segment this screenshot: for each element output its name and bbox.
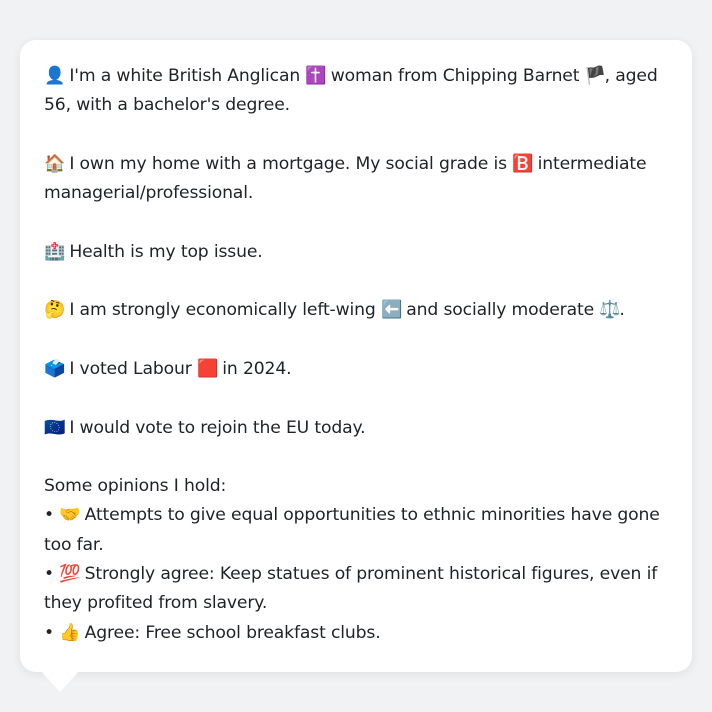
hospital-icon: 🏥 — [44, 241, 66, 262]
housing-text-a: I own my home with a mortgage. My social… — [69, 153, 507, 174]
opinions-section: Some opinions I hold: • 🤝 Attempts to gi… — [44, 472, 668, 648]
identity-text-b: woman from Chipping Barnet — [330, 66, 580, 86]
politics-text-a: I am strongly economically left-wing — [69, 300, 376, 321]
bullet: • — [44, 622, 54, 643]
housing-paragraph: 🏠 I own my home with a mortgage. My soci… — [44, 150, 668, 209]
politics-text-c: . — [619, 300, 625, 321]
opinions-heading: Some opinions I hold: — [44, 476, 227, 497]
politics-paragraph: 🤔 I am strongly economically left-wing ⬅… — [44, 296, 668, 325]
england-flag-icon: 🏴 — [584, 66, 606, 86]
bubble-tail — [40, 670, 80, 692]
opinion-item: • 👍 Agree: Free school breakfast clubs. — [44, 619, 668, 648]
house-icon: 🏠 — [44, 153, 66, 174]
eu-flag-icon: 🇪🇺 — [44, 417, 66, 438]
issue-paragraph: 🏥 Health is my top issue. — [44, 238, 668, 267]
issue-text: Health is my top issue. — [69, 241, 263, 262]
opinion-text: Strongly agree: Keep statues of prominen… — [44, 564, 658, 614]
balance-scale-icon: ⚖️ — [599, 300, 621, 321]
eu-paragraph: 🇪🇺 I would vote to rejoin the EU today. — [44, 414, 668, 443]
identity-text-a: I'm a white British Anglican — [69, 66, 301, 86]
opinion-text: Agree: Free school breakfast clubs. — [84, 622, 381, 643]
thumbs-up-icon: 👍 — [59, 622, 81, 643]
identity-paragraph: 👤 I'm a white British Anglican ✝️ woman … — [44, 62, 668, 121]
vote-text-b: in 2024. — [222, 358, 292, 379]
person-icon: 👤 — [44, 66, 66, 86]
politics-text-b: and socially moderate — [406, 300, 594, 321]
letter-b-icon: 🅱️ — [512, 153, 534, 174]
hundred-points-icon: 💯 — [59, 564, 81, 585]
opinion-item: • 🤝 Attempts to give equal opportunities… — [44, 501, 668, 560]
vote-text-a: I voted Labour — [69, 358, 192, 379]
thinking-face-icon: 🤔 — [44, 300, 66, 321]
red-square-icon: 🟥 — [196, 358, 219, 379]
bullet: • — [44, 505, 54, 526]
ballot-box-icon: 🗳️ — [44, 358, 66, 379]
opinion-text: Attempts to give equal opportunities to … — [44, 505, 660, 555]
persona-message-bubble: 👤 I'm a white British Anglican ✝️ woman … — [20, 40, 692, 672]
eu-text: I would vote to rejoin the EU today. — [69, 417, 366, 438]
bullet: • — [44, 564, 54, 585]
cross-icon: ✝️ — [305, 66, 327, 86]
handshake-icon: 🤝 — [59, 505, 81, 526]
vote-paragraph: 🗳️ I voted Labour 🟥 in 2024. — [44, 355, 668, 384]
left-arrow-icon: ⬅️ — [380, 300, 403, 321]
opinion-item: • 💯 Strongly agree: Keep statues of prom… — [44, 560, 668, 619]
